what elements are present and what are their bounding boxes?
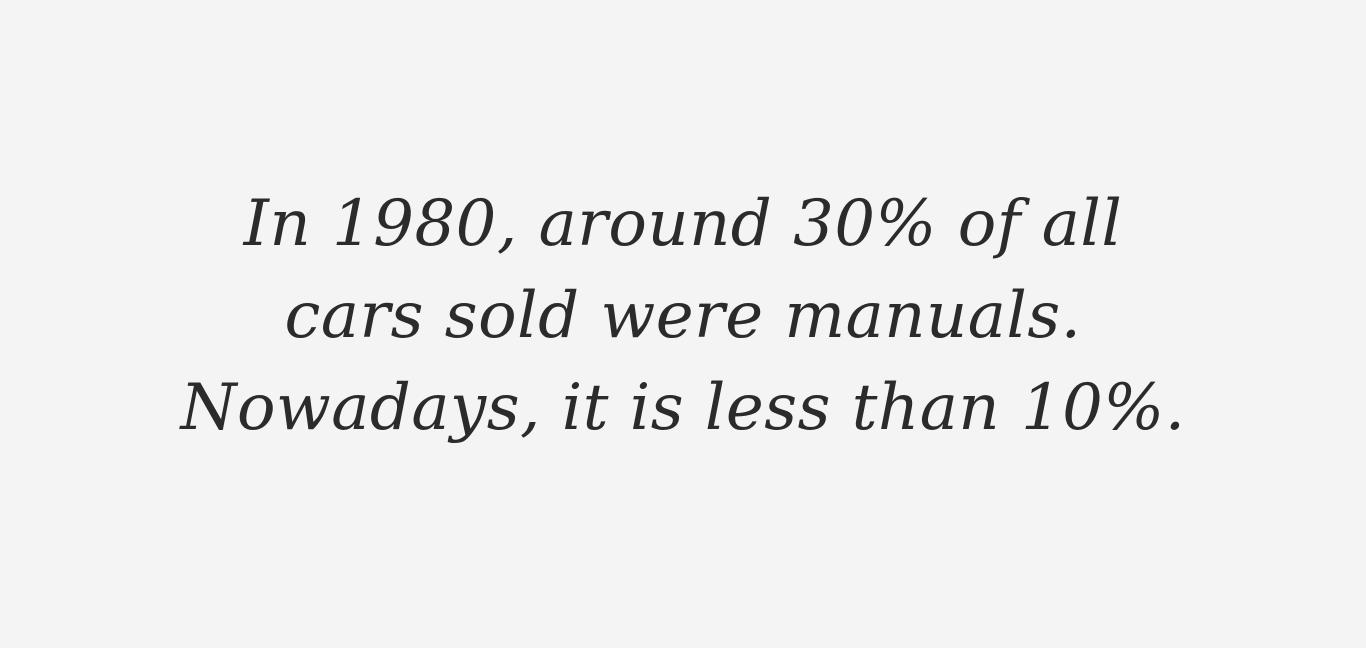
quote-page: In 1980, around 30% of all cars sold wer… bbox=[0, 0, 1366, 648]
quote-line-2: cars sold were manuals. bbox=[284, 279, 1082, 353]
quote-line-1: In 1980, around 30% of all bbox=[243, 187, 1123, 261]
quote-line-3: Nowadays, it is less than 10%. bbox=[180, 371, 1186, 445]
fact-quote: In 1980, around 30% of all cars sold wer… bbox=[180, 178, 1185, 454]
